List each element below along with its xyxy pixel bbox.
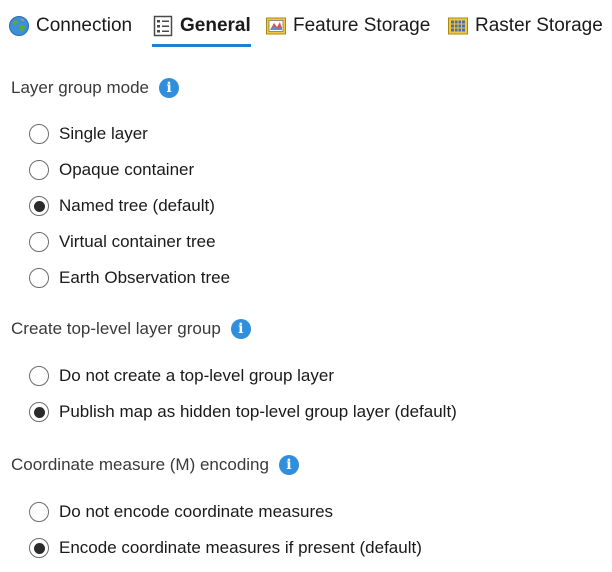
section-title-coordinate-measure-encoding: Coordinate measure (M) encoding i	[11, 455, 299, 475]
radio-button[interactable]	[29, 366, 49, 386]
radio-button-selected[interactable]	[29, 402, 49, 422]
tab-label: General	[180, 15, 251, 36]
section-title-text: Layer group mode	[11, 78, 149, 97]
info-icon[interactable]: i	[230, 319, 251, 339]
globe-icon	[9, 16, 29, 36]
tab-label: Connection	[36, 15, 133, 36]
radio-option-earth-observation-tree[interactable]: Earth Observation tree	[29, 266, 230, 290]
radio-label: Publish map as hidden top-level group la…	[59, 402, 457, 421]
radio-option-virtual-container-tree[interactable]: Virtual container tree	[29, 230, 216, 254]
radio-label: Do not create a top-level group layer	[59, 366, 334, 385]
section-title-text: Create top-level layer group	[11, 319, 221, 338]
tab-general[interactable]: General	[152, 8, 251, 47]
radio-label: Opaque container	[59, 160, 195, 179]
radio-option-single-layer[interactable]: Single layer	[29, 122, 148, 146]
info-icon[interactable]: i	[158, 78, 179, 98]
radio-label: Do not encode coordinate measures	[59, 502, 334, 521]
radio-button[interactable]	[29, 502, 49, 522]
radio-label: Named tree (default)	[59, 196, 215, 215]
radio-label: Encode coordinate measures if present (d…	[59, 538, 422, 557]
radio-label: Single layer	[59, 124, 148, 143]
radio-label: Virtual container tree	[59, 232, 216, 251]
radio-button[interactable]	[29, 268, 49, 288]
feature-map-icon	[266, 17, 286, 35]
list-page-icon	[153, 15, 173, 37]
radio-button[interactable]	[29, 160, 49, 180]
tab-raster-storage[interactable]: Raster Storage	[447, 8, 603, 44]
radio-option-opaque-container[interactable]: Opaque container	[29, 158, 194, 182]
radio-button-selected[interactable]	[29, 196, 49, 216]
radio-option-do-not-encode-measures[interactable]: Do not encode coordinate measures	[29, 500, 333, 524]
radio-label: Earth Observation tree	[59, 268, 231, 287]
info-icon[interactable]: i	[278, 455, 299, 475]
radio-option-named-tree[interactable]: Named tree (default)	[29, 194, 215, 218]
radio-button-selected[interactable]	[29, 538, 49, 558]
tab-feature-storage[interactable]: Feature Storage	[265, 8, 430, 44]
radio-option-hidden-top-level-group[interactable]: Publish map as hidden top-level group la…	[29, 400, 457, 424]
radio-button[interactable]	[29, 124, 49, 144]
radio-button[interactable]	[29, 232, 49, 252]
section-title-text: Coordinate measure (M) encoding	[11, 455, 269, 474]
tab-label: Raster Storage	[475, 15, 603, 36]
radio-option-no-top-level-group[interactable]: Do not create a top-level group layer	[29, 364, 334, 388]
raster-grid-icon	[448, 17, 468, 35]
section-title-layer-group-mode: Layer group mode i	[11, 78, 179, 98]
section-title-top-level-layer-group: Create top-level layer group i	[11, 319, 251, 339]
tab-connection[interactable]: Connection	[8, 8, 132, 44]
tab-label: Feature Storage	[293, 15, 431, 36]
radio-option-encode-measures-if-present[interactable]: Encode coordinate measures if present (d…	[29, 536, 422, 560]
tab-bar: Connection General Feature Storage Raste…	[0, 0, 612, 50]
